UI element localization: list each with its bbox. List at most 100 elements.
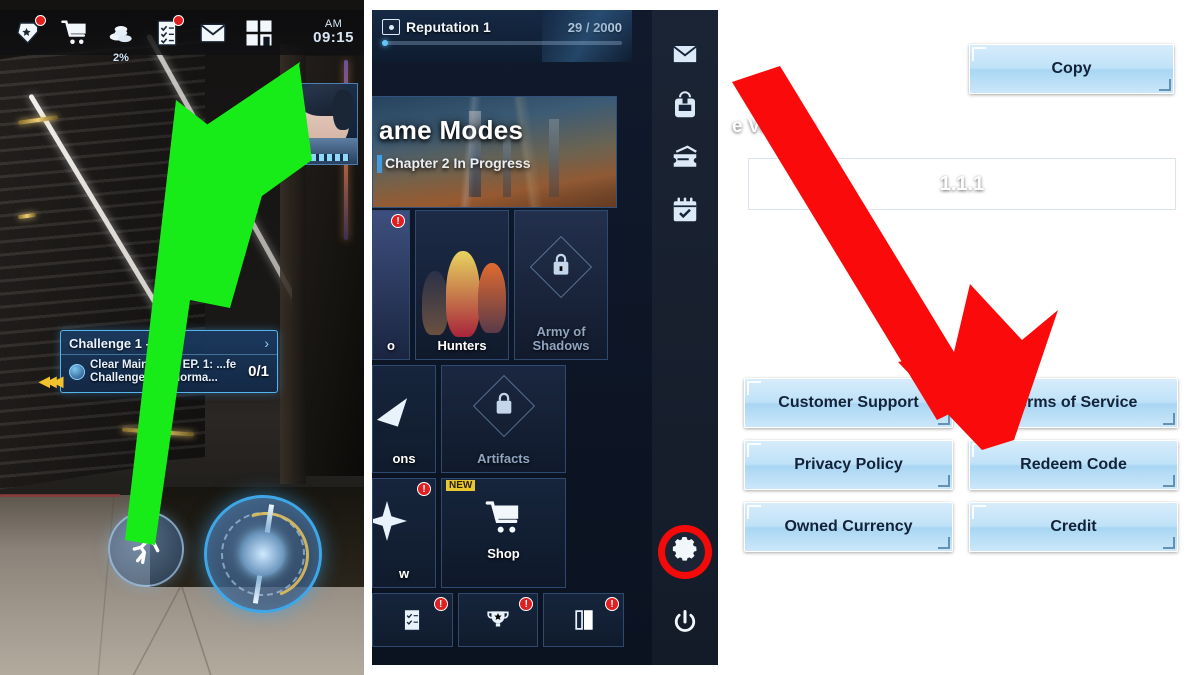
chevron-right-icon[interactable]: › — [264, 335, 269, 351]
backpack-icon[interactable] — [652, 80, 718, 132]
tile-art — [416, 211, 508, 359]
sprint-button[interactable] — [108, 511, 184, 587]
tile-row: ! w NEW Shop — [372, 478, 624, 588]
menu-grid-icon[interactable] — [236, 13, 282, 53]
panel-main-menu: Reputation 1 29 / 2000 ame Modes Chapter… — [372, 10, 718, 665]
tile-label: w — [398, 565, 410, 581]
hunter-figure — [422, 271, 448, 335]
mail-envelope-icon[interactable] — [190, 13, 236, 53]
gacha-ticket-icon[interactable] — [6, 13, 52, 53]
tile-label: Army of Shadows — [532, 323, 590, 353]
challenge-body: Clear Main Ch. 3 EP. 1: ...fe Challenges… — [61, 355, 277, 392]
terms-of-service-button[interactable]: Terms of Service — [969, 378, 1178, 428]
reputation-decoration — [542, 10, 632, 62]
menu-tile-army-of-shadows[interactable]: Army of Shadows — [514, 210, 608, 360]
hunter-figure — [446, 251, 480, 337]
coin-percent-label: 2% — [113, 51, 129, 64]
menu-right-sidebar — [652, 10, 718, 665]
tile-label: Hunters — [437, 337, 487, 353]
challenge-title: Challenge 1 - 1 — [69, 335, 161, 351]
tile-label: Shop — [487, 546, 520, 562]
banner-spire — [503, 131, 511, 197]
tile-art — [373, 211, 409, 359]
screenshot-root: 2% AM 09:15 ◀◀◀ Challenge 1 - 1 › Clear … — [0, 0, 1200, 675]
settings-gear-highlight[interactable] — [658, 525, 712, 579]
reputation-widget[interactable]: Reputation 1 29 / 2000 — [372, 10, 632, 62]
customer-support-button[interactable]: Customer Support — [744, 378, 953, 428]
game-modes-banner[interactable]: ame Modes Chapter 2 In Progress — [372, 96, 617, 208]
reputation-label: Reputation 1 — [406, 19, 491, 35]
settings-button-grid: Customer Support Terms of Service Privac… — [744, 378, 1178, 552]
power-icon — [674, 609, 696, 632]
notification-badge: ! — [519, 597, 534, 611]
notification-badge — [173, 14, 184, 26]
ticket-icon[interactable] — [652, 132, 718, 184]
menu-tile-hunters[interactable]: Hunters — [415, 210, 509, 360]
gear-icon — [672, 537, 697, 561]
mission-checklist-icon[interactable] — [144, 13, 190, 53]
lock-icon — [493, 391, 515, 422]
tile-label: ons — [392, 450, 416, 466]
challenge-progress-count: 0/1 — [248, 363, 269, 381]
mini-tile-achievements[interactable]: ! — [457, 593, 539, 647]
redeem-code-button[interactable]: Redeem Code — [969, 440, 1178, 490]
mini-tile-missions[interactable]: ! — [372, 593, 453, 647]
reputation-progress-bar — [382, 40, 622, 46]
menu-tile-weapons[interactable]: ons — [372, 365, 436, 473]
book-icon — [575, 610, 593, 630]
panel-gameplay: 2% AM 09:15 ◀◀◀ Challenge 1 - 1 › Clear … — [0, 0, 364, 675]
challenge-bullet-icon — [69, 363, 85, 380]
credit-button[interactable]: Credit — [969, 502, 1178, 552]
shop-cart-icon — [484, 498, 524, 543]
portrait-status-bar — [303, 154, 349, 161]
banner-spire — [549, 119, 559, 197]
character-portrait[interactable] — [296, 83, 358, 165]
version-label: e Version — [732, 116, 817, 137]
lock-icon — [550, 252, 572, 283]
mission-checklist-icon — [404, 609, 421, 631]
portrait-hair-side — [333, 90, 353, 130]
menu-tile-artifacts[interactable]: Artifacts — [441, 365, 566, 473]
challenge-description: Clear Main Ch. 3 EP. 1: ...fe Challenges… — [90, 359, 237, 384]
hunter-figure — [478, 263, 506, 333]
top-hud-bar: 2% AM 09:15 — [0, 10, 364, 64]
tile-label: Artifacts — [477, 450, 530, 466]
version-value: 1.1.1 — [748, 158, 1176, 210]
sprint-icon — [132, 532, 160, 564]
mini-tile-codex[interactable]: ! — [543, 593, 625, 647]
shop-cart-icon[interactable] — [52, 13, 98, 53]
owned-currency-button[interactable]: Owned Currency — [744, 502, 953, 552]
banner-accent-tick — [377, 155, 382, 173]
challenge-chevrons: ◀◀◀ — [39, 373, 63, 389]
mail-envelope-icon[interactable] — [652, 28, 718, 80]
reputation-card-icon — [382, 19, 400, 35]
coins-icon[interactable]: 2% — [98, 13, 144, 64]
notification-badge: ! — [391, 214, 405, 228]
trophy-icon — [487, 611, 509, 627]
banner-spire — [469, 111, 481, 197]
banner-subtitle: Chapter 2 In Progress — [385, 155, 531, 171]
new-badge: NEW — [446, 480, 476, 491]
virtual-joystick[interactable] — [204, 495, 324, 613]
menu-tile-draw[interactable]: ! w — [372, 478, 436, 588]
clock: AM 09:15 — [313, 18, 354, 46]
mini-tile-row: ! ! ! — [372, 593, 625, 647]
red-floor-line — [0, 494, 120, 497]
menu-tile-shop[interactable]: NEW Shop — [441, 478, 566, 588]
calendar-check-icon[interactable] — [652, 184, 718, 236]
notification-badge — [35, 14, 46, 26]
banner-title: ame Modes — [379, 115, 524, 145]
notification-badge: ! — [417, 482, 431, 496]
challenge-card[interactable]: ◀◀◀ Challenge 1 - 1 › Clear Main Ch. 3 E… — [39, 330, 278, 393]
menu-tile-cut-left[interactable]: ! o — [372, 210, 410, 360]
privacy-policy-button[interactable]: Privacy Policy — [744, 440, 953, 490]
tile-row: ! o Hunters Army of Shadows — [372, 210, 624, 360]
power-button[interactable] — [671, 608, 699, 641]
settings-background — [722, 10, 1200, 665]
copy-button[interactable]: Copy — [969, 44, 1174, 94]
tile-row: ons Artifacts — [372, 365, 624, 473]
challenge-header: Challenge 1 - 1 › — [61, 331, 277, 355]
notification-badge: ! — [433, 597, 448, 611]
notification-badge: ! — [605, 597, 620, 611]
menu-tile-grid: ! o Hunters Army of Shadows ons Artifact… — [372, 210, 625, 647]
